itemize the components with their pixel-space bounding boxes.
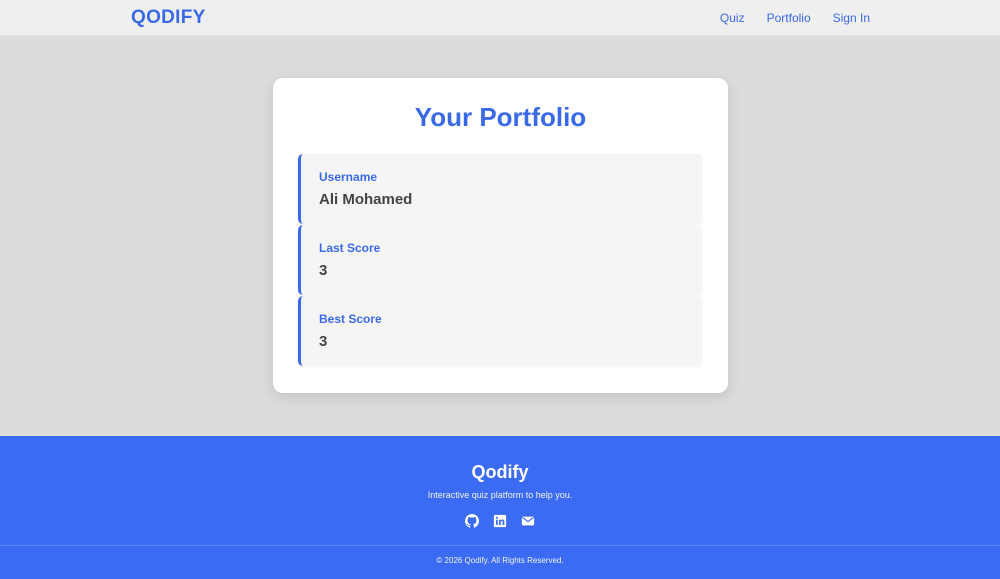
info-value: 3 [319,333,328,350]
linkedin-icon[interactable] [493,514,507,528]
info-item-last-score: Last Score 3 [298,225,702,295]
github-icon[interactable] [465,514,479,528]
nav-link-quiz[interactable]: Quiz [720,11,745,25]
footer: Qodify Interactive quiz platform to help… [0,436,1000,579]
info-item-username: Username Ali Mohamed [298,154,702,224]
info-item-best-score: Best Score 3 [298,296,702,366]
nav-link-sign-in[interactable]: Sign In [833,11,870,25]
main-content: Your Portfolio Username Ali Mohamed Last… [0,36,1000,436]
social-links [0,514,1000,528]
info-value: Ali Mohamed [319,191,413,208]
envelope-icon[interactable] [521,514,535,528]
info-value: 3 [319,262,328,279]
footer-brand: Qodify [471,462,529,482]
info-label: Last Score [319,241,381,255]
info-label: Username [319,170,378,184]
navbar: QODIFY Quiz Portfolio Sign In [0,0,1000,36]
info-label: Best Score [319,312,382,326]
nav-link-portfolio[interactable]: Portfolio [767,11,811,25]
copyright-text: © 2026 Qodify. All Rights Reserved. [436,556,564,565]
nav-links: Quiz Portfolio Sign In [720,11,870,25]
footer-divider [0,545,1000,546]
footer-tagline: Interactive quiz platform to help you. [427,490,573,500]
brand-logo[interactable]: QODIFY [131,7,206,29]
portfolio-card: Your Portfolio Username Ali Mohamed Last… [273,78,728,393]
page-title: Your Portfolio [414,102,587,132]
